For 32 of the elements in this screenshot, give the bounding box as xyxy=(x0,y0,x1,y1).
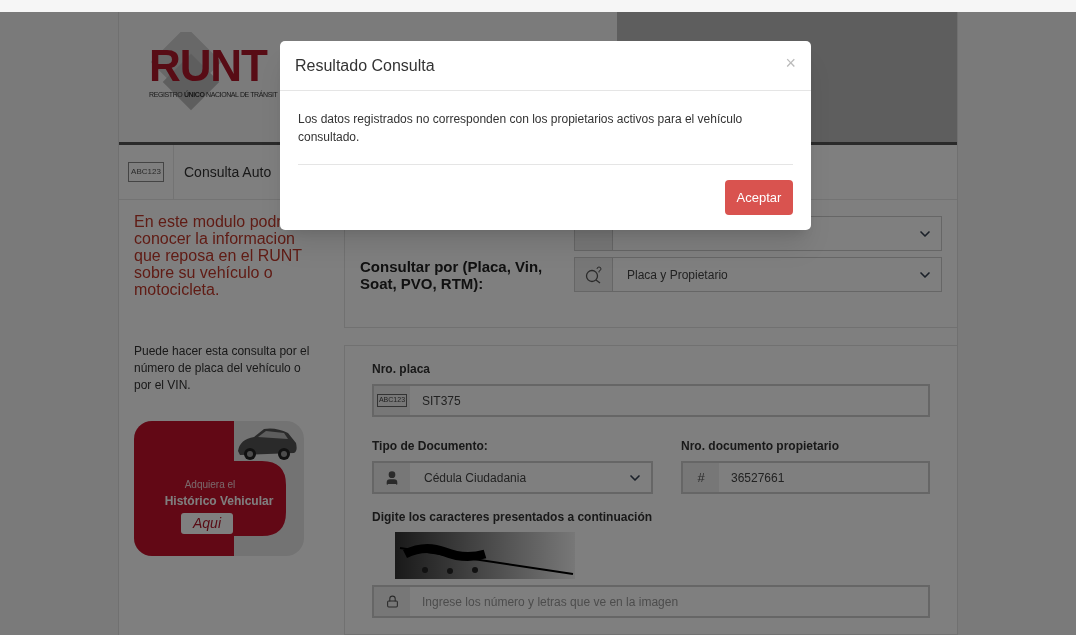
intro-text-line: En este modulo podr xyxy=(134,213,283,230)
lock-icon xyxy=(385,595,399,608)
logo-text: RUNT xyxy=(149,43,269,88)
search-question-icon xyxy=(583,265,604,284)
field-value: 36527661 xyxy=(730,469,785,487)
field-label: Digite los caracteres presentados a continuación xyxy=(372,509,654,526)
document-type-select[interactable]: Cédula Ciudadania xyxy=(372,461,653,494)
field-label: Nro. documento propietario xyxy=(681,438,840,455)
dialog-title: Resultado Consulta xyxy=(295,55,435,76)
banner-title: Histórico Vehicular xyxy=(164,493,274,510)
hash-icon: # xyxy=(697,467,705,488)
select-value: Placa y Propietario xyxy=(626,266,729,284)
help-text: Puede hacer esta consulta por el número de placa del vehículo o por el VIN. xyxy=(134,343,311,394)
intro-text-line: motocicleta. xyxy=(134,281,221,298)
banner-link[interactable]: Aqui xyxy=(181,513,233,534)
intro-text-line: que reposa en el RUNT xyxy=(134,247,304,264)
historic-banner[interactable]: Adquiera el Histórico Vehicular Aqui xyxy=(134,421,304,556)
field-label: Tipo de Documento: xyxy=(372,438,489,455)
select-value: Cédula Ciudadania xyxy=(423,469,528,487)
tab-label[interactable]: Consulta Auto xyxy=(184,161,272,183)
dialog-message: Los datos registrados no corresponden con los propietarios activos para el vehículo consultado. xyxy=(298,111,744,146)
query-by-select[interactable]: Placa y Propietario xyxy=(574,257,942,292)
intro-text-line: sobre su vehículo o xyxy=(134,264,274,281)
accept-button[interactable]: Aceptar xyxy=(725,180,793,215)
query-by-label: Consultar por (Placa, Vin, Soat, PVO, RTM): xyxy=(360,257,544,292)
intro-text-line: conocer la informacion xyxy=(134,230,296,247)
banner-subtitle: Adquiera el xyxy=(184,478,236,492)
field-value: SIT375 xyxy=(421,392,461,410)
person-icon xyxy=(384,469,400,486)
document-number-field[interactable]: # 36527661 xyxy=(681,461,930,494)
field-label: Nro. placa xyxy=(372,361,432,378)
plate-badge-icon: ABC123 xyxy=(128,162,164,182)
